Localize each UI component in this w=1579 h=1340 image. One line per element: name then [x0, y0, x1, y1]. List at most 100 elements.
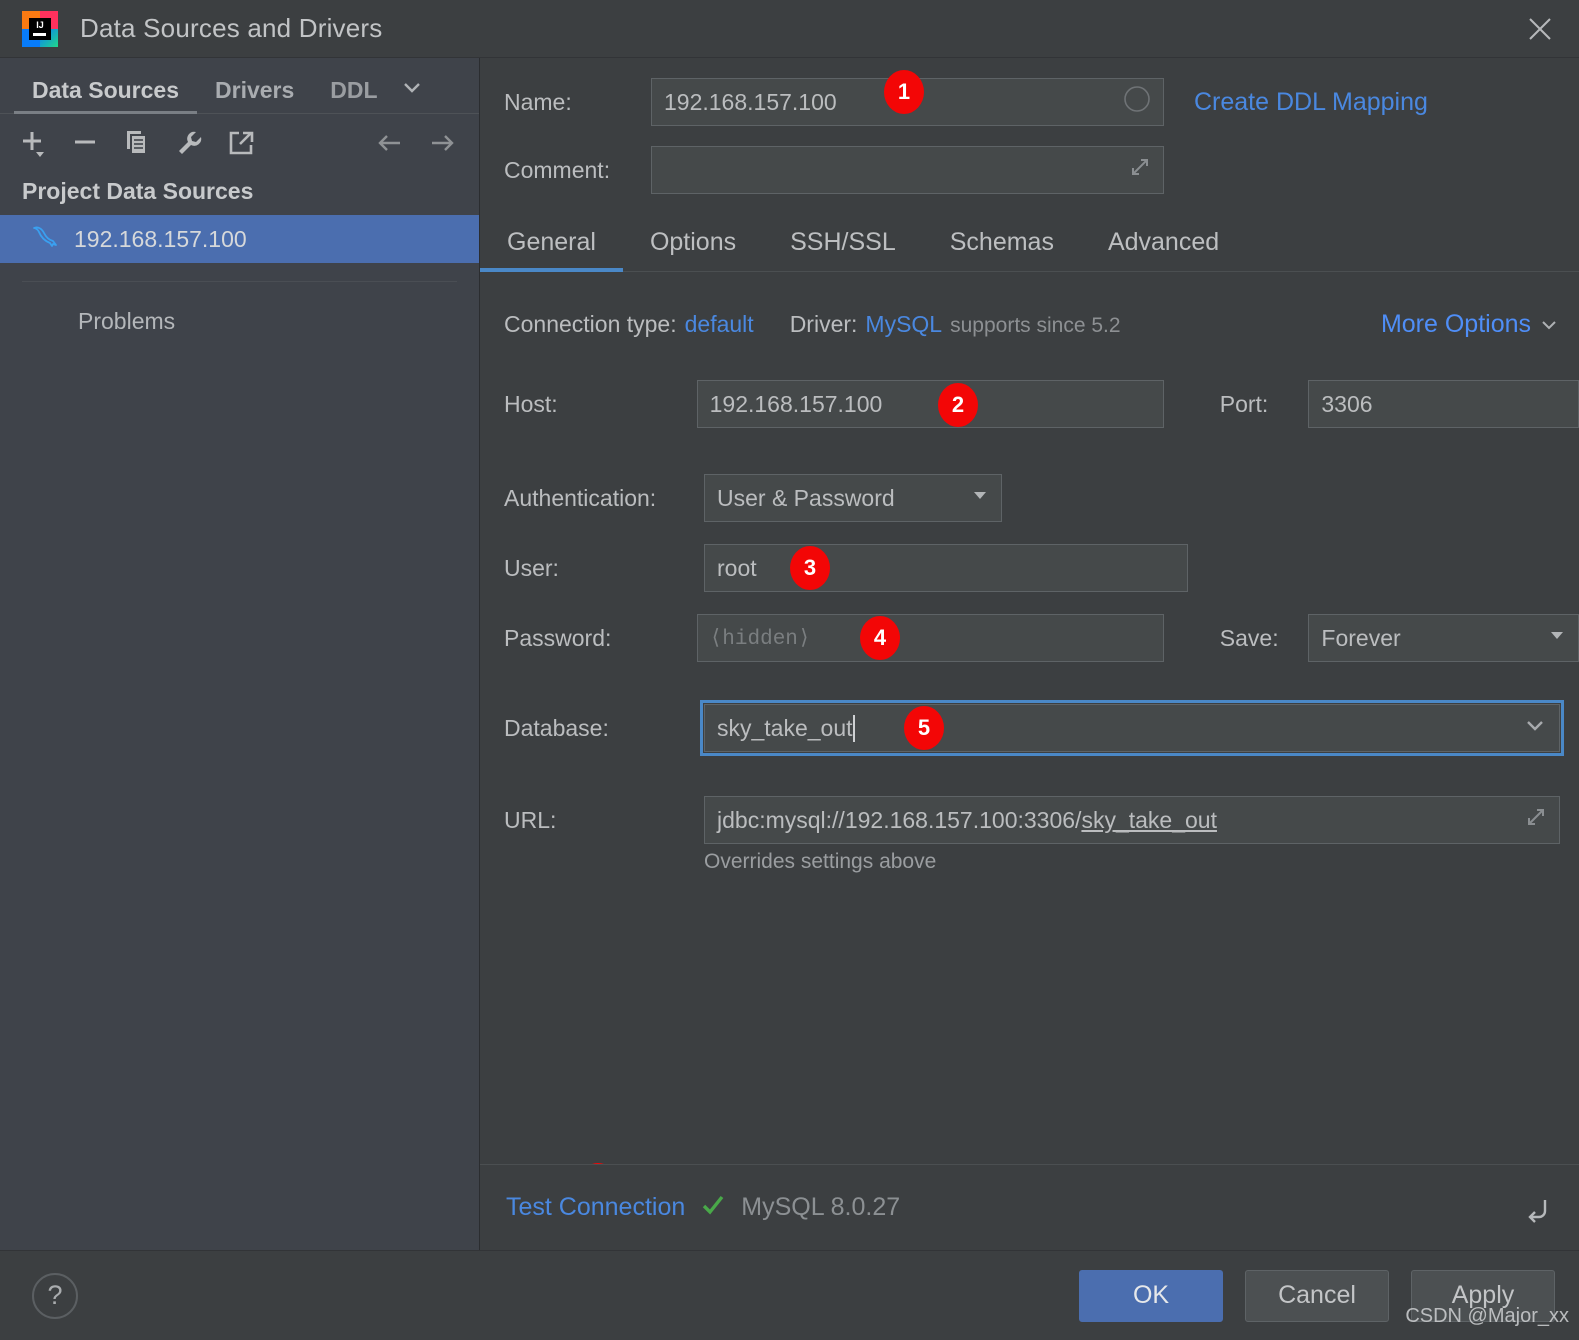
database-combo[interactable]: sky_take_out [700, 700, 1564, 756]
dialog-body: Data Sources Drivers DDL Project Data So… [0, 58, 1579, 1250]
marker-1: 1 [884, 70, 924, 114]
password-label: Password: [504, 624, 612, 651]
database-value: sky_take_out [717, 714, 853, 741]
driver-label: Driver: [789, 311, 858, 337]
sidebar-filler [0, 335, 479, 1250]
port-label: Port: [1219, 390, 1269, 417]
arrow-right-icon[interactable] [425, 126, 459, 160]
data-sources-and-drivers-dialog: IJ Data Sources and Drivers Data Sources… [0, 0, 1579, 1340]
connection-type-value[interactable]: default [685, 311, 754, 338]
check-icon [699, 1191, 727, 1224]
project-data-sources-label: Project Data Sources [22, 178, 254, 204]
database-label: Database: [504, 714, 609, 741]
marker-4: 4 [860, 616, 900, 660]
authentication-row: Authentication: User & Password [504, 474, 1002, 522]
user-label: User: [504, 554, 559, 581]
tab-options[interactable]: Options [623, 230, 763, 271]
connection-type-label: Connection type: [504, 311, 677, 337]
test-connection-link[interactable]: Test Connection [506, 1193, 685, 1222]
tab-ddl[interactable]: DDL [312, 79, 395, 113]
driver-supports-text: supports since 5.2 [950, 314, 1121, 337]
tab-data-sources[interactable]: Data Sources [14, 79, 198, 114]
plus-icon[interactable] [16, 126, 50, 160]
tab-drivers[interactable]: Drivers [197, 79, 312, 113]
sidebar: Data Sources Drivers DDL Project Data So… [0, 58, 480, 1250]
tab-general[interactable]: General [480, 230, 623, 272]
more-options-label: More Options [1380, 310, 1531, 338]
tab-advanced[interactable]: Advanced [1081, 230, 1246, 271]
save-value: Forever [1321, 624, 1401, 651]
dialog-footer: ? OK Cancel Apply CSDN @Major_xx [0, 1250, 1579, 1340]
cancel-button[interactable]: Cancel [1245, 1269, 1389, 1322]
authentication-label: Authentication: [504, 484, 657, 511]
driver-version-label: MySQL 8.0.27 [741, 1193, 901, 1221]
name-input-value: 192.168.157.100 [664, 88, 837, 115]
url-hint: Overrides settings above [704, 850, 937, 873]
footer-buttons: OK Cancel Apply [1079, 1269, 1555, 1322]
user-row: User: root [504, 544, 1188, 592]
comment-label: Comment: [504, 156, 611, 183]
save-select[interactable]: Forever [1308, 614, 1579, 662]
connection-meta-row: Connection type: default Driver: MySQL s… [504, 310, 1559, 339]
reset-icon[interactable] [1519, 1191, 1553, 1225]
help-button[interactable]: ? [32, 1272, 78, 1319]
mysql-dolphin-icon [30, 223, 60, 255]
database-row: Database: sky_take_out [504, 700, 1579, 756]
authentication-select[interactable]: User & Password [704, 474, 1002, 522]
host-input[interactable]: 192.168.157.100 [696, 380, 1164, 428]
close-icon[interactable] [1523, 12, 1557, 46]
color-swatch-icon[interactable] [1123, 85, 1151, 119]
sidebar-item-problems[interactable]: Problems [0, 282, 479, 335]
port-input[interactable]: 3306 [1308, 380, 1579, 428]
copy-icon[interactable] [120, 126, 154, 160]
tab-schemas[interactable]: Schemas [923, 230, 1081, 271]
expand-icon[interactable] [1523, 804, 1549, 836]
export-icon[interactable] [224, 126, 258, 160]
chevron-down-icon [1521, 711, 1549, 745]
settings-tabs: General Options SSH/SSL Schemas Advanced [480, 230, 1579, 272]
password-placeholder: ⟨hidden⟩ [709, 628, 811, 651]
url-database-part: sky_take_out [1081, 806, 1217, 833]
intellij-logo-text: IJ [29, 17, 51, 40]
test-connection-strip: Test Connection MySQL 8.0.27 [480, 1164, 1579, 1250]
host-row: Host: 192.168.157.100 Port: 3306 [504, 380, 1579, 428]
create-ddl-mapping-link[interactable]: Create DDL Mapping [1194, 88, 1428, 117]
tab-ssh-ssl[interactable]: SSH/SSL [763, 230, 923, 271]
url-label: URL: [504, 806, 557, 833]
comment-row: Comment: [504, 146, 1554, 194]
url-prefix: jdbc:mysql://192.168.157.100:3306/ [717, 806, 1082, 833]
comment-input[interactable] [651, 146, 1164, 194]
content-scroll: Name: 192.168.157.100 Create DDL Mapping… [480, 58, 1579, 1164]
more-options-button[interactable]: More Options [1381, 310, 1559, 339]
minus-icon[interactable] [68, 126, 102, 160]
ok-button[interactable]: OK [1079, 1269, 1223, 1322]
arrow-left-icon[interactable] [373, 126, 407, 160]
chevron-down-icon[interactable] [396, 73, 436, 113]
password-row: Password: ⟨hidden⟩ Save: Forever [504, 614, 1579, 662]
marker-3: 3 [790, 546, 830, 590]
port-input-value: 3306 [1321, 390, 1373, 417]
url-input[interactable]: jdbc:mysql://192.168.157.100:3306/sky_ta… [704, 796, 1560, 844]
host-input-value: 192.168.157.100 [709, 390, 883, 417]
password-input[interactable]: ⟨hidden⟩ [696, 614, 1164, 662]
expand-icon[interactable] [1127, 154, 1153, 186]
marker-2: 2 [938, 383, 978, 427]
dialog-title: Data Sources and Drivers [80, 13, 383, 43]
sidebar-item-192-168-157-100[interactable]: 192.168.157.100 [0, 215, 479, 263]
name-row: Name: 192.168.157.100 Create DDL Mapping [504, 78, 1554, 126]
user-input-value: root [717, 554, 757, 581]
user-input[interactable]: root [704, 544, 1188, 592]
intellij-logo-icon: IJ [22, 10, 58, 47]
triangle-down-icon [1546, 624, 1568, 652]
save-label: Save: [1219, 624, 1279, 651]
chevron-down-icon [1542, 320, 1556, 329]
apply-button[interactable]: Apply [1411, 1269, 1555, 1322]
sidebar-toolbar [0, 114, 479, 172]
host-label: Host: [504, 390, 558, 417]
triangle-down-icon [969, 484, 991, 512]
name-label: Name: [504, 88, 572, 115]
content-panel: Name: 192.168.157.100 Create DDL Mapping… [480, 58, 1579, 1250]
wrench-icon[interactable] [172, 126, 206, 160]
driver-value[interactable]: MySQL [865, 311, 942, 338]
dialog-titlebar: IJ Data Sources and Drivers [0, 0, 1579, 58]
